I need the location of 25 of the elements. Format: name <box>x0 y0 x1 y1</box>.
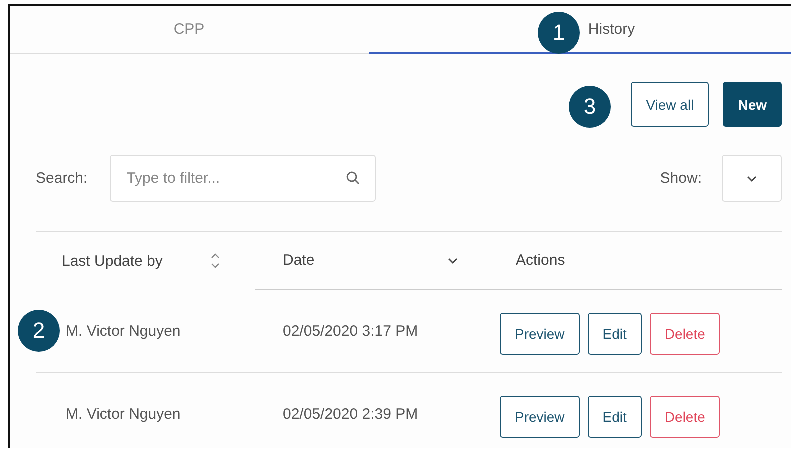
table-cell: M. Victor Nguyen <box>66 322 181 340</box>
search-field[interactable]: Type to filter... <box>110 155 376 202</box>
search-label: Search: <box>36 170 88 187</box>
column-header[interactable]: Actions <box>516 252 566 269</box>
search-icon <box>346 171 360 185</box>
edit-button[interactable]: Edit <box>588 313 642 355</box>
table-cell: M. Victor Nguyen <box>66 406 181 422</box>
show-label: Show: <box>660 170 702 187</box>
chevron-down-icon <box>747 176 757 182</box>
sort-icon[interactable] <box>211 253 220 269</box>
callout-badge: 3 <box>569 86 611 128</box>
preview-button[interactable]: Preview <box>500 396 580 438</box>
view-all-button[interactable]: View all <box>631 82 710 127</box>
delete-button[interactable]: Delete <box>650 313 720 355</box>
new-button[interactable]: New <box>723 82 782 127</box>
delete-button[interactable]: Delete <box>650 396 720 438</box>
callout-badge: 1 <box>538 12 580 54</box>
edit-button[interactable]: Edit <box>588 396 642 438</box>
table-cell: 02/05/2020 2:39 PM <box>283 406 418 422</box>
preview-button[interactable]: Preview <box>500 313 580 355</box>
table-cell: 02/05/2020 3:17 PM <box>283 322 418 340</box>
column-header[interactable]: Last Update by <box>62 252 163 270</box>
chevron-down-icon[interactable] <box>448 258 458 264</box>
callout-badge: 2 <box>18 310 60 352</box>
column-header[interactable]: Date <box>283 252 315 269</box>
